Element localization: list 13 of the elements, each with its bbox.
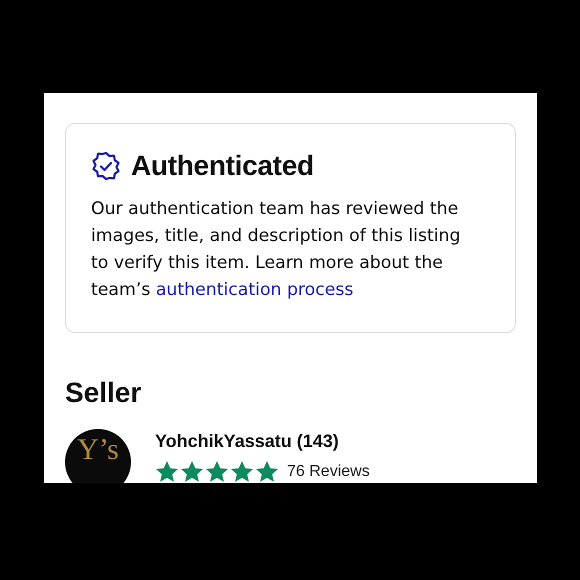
star-icon bbox=[155, 460, 179, 483]
star-icon bbox=[230, 460, 254, 483]
authentication-link[interactable]: authentication process bbox=[156, 280, 354, 300]
star-icon bbox=[255, 460, 279, 483]
avatar-logo: Y’s bbox=[77, 433, 119, 468]
card-title: Authenticated bbox=[131, 150, 314, 182]
section-heading: Seller bbox=[65, 377, 142, 409]
star-icon bbox=[205, 460, 229, 483]
seller-name: YohchikYassatu (143) bbox=[155, 431, 340, 452]
description-text: Our authentication team has reviewed the images, title, and description of this listing to verify this item. Learn more about the team’s authentication process bbox=[91, 198, 462, 302]
reviews-count: 76 Reviews bbox=[287, 463, 370, 481]
star-icon bbox=[180, 460, 204, 483]
verified-badge-icon bbox=[91, 151, 121, 181]
